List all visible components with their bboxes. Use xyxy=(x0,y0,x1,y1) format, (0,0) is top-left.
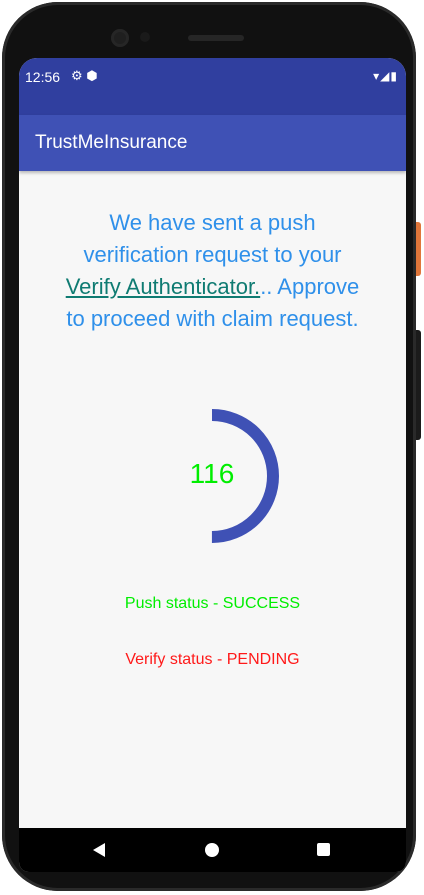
front-camera xyxy=(111,29,129,47)
message-line-4: to proceed with claim request. xyxy=(66,306,359,331)
phone-frame: 12:56 ⚙ ⬢ ▾◢▮ TrustMeInsurance We have s… xyxy=(2,2,416,891)
status-left-icons: ⚙ ⬢ xyxy=(71,68,98,83)
recents-icon[interactable] xyxy=(317,843,330,856)
verify-status: Verify status - PENDING xyxy=(125,651,300,668)
app-title: TrustMeInsurance xyxy=(35,132,188,153)
message-after-link: .. Approve xyxy=(260,274,360,299)
navigation-bar xyxy=(19,828,406,872)
message-line-3: Verify Authenticator... Approve xyxy=(33,271,392,303)
status-right-icons: ▾◢▮ xyxy=(373,69,398,83)
push-status: Push status - SUCCESS xyxy=(124,595,301,612)
app-bar: TrustMeInsurance xyxy=(19,115,406,171)
status-time: 12:56 xyxy=(25,69,61,85)
verification-message: We have sent a push verification request… xyxy=(33,207,392,335)
verify-authenticator-link[interactable]: Verify Authenticator. xyxy=(66,274,260,299)
power-button xyxy=(416,222,421,276)
home-icon[interactable] xyxy=(205,843,219,857)
device-screen: 12:56 ⚙ ⬢ ▾◢▮ TrustMeInsurance We have s… xyxy=(19,58,406,872)
message-line-2: verification request to your xyxy=(83,242,342,267)
countdown-value: 116 xyxy=(189,458,235,489)
message-line-1: We have sent a push xyxy=(109,210,316,235)
status-bar: 12:56 ⚙ ⬢ ▾◢▮ xyxy=(19,58,406,115)
earpiece-speaker xyxy=(188,35,244,41)
back-icon[interactable] xyxy=(93,843,105,857)
volume-button xyxy=(416,330,421,440)
sensor xyxy=(140,32,150,42)
